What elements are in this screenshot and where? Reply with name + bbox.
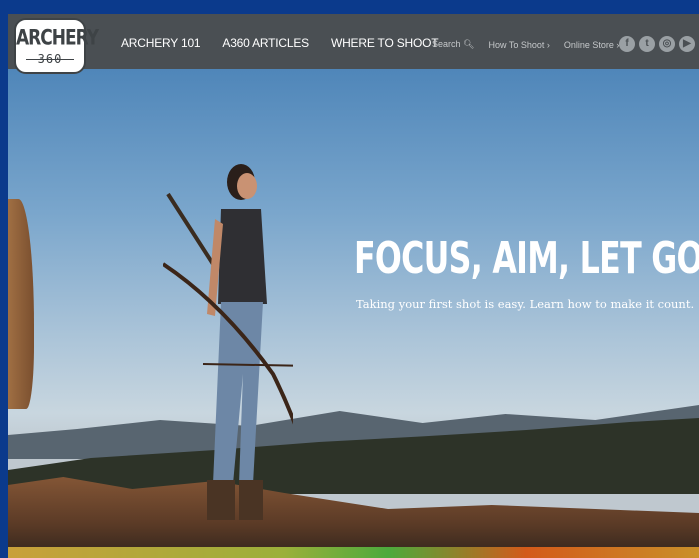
quiver-arrows: [166, 192, 215, 266]
browser-viewport: ARCHERY 360 ARCHERY 101 A360 ARTICLES WH…: [8, 14, 699, 558]
youtube-icon[interactable]: ▶: [679, 36, 695, 52]
chevron-right-icon: ›: [546, 39, 550, 50]
search-icon: 🔍︎: [463, 39, 475, 49]
archer-boot-left: [207, 480, 235, 520]
archer-photo: [163, 164, 293, 520]
nav-archery-101[interactable]: ARCHERY 101: [121, 36, 201, 50]
online-store-link[interactable]: Online Store ›: [564, 40, 620, 50]
how-to-shoot-link[interactable]: How To Shoot ›: [488, 40, 549, 50]
online-store-label: Online Store: [563, 39, 614, 50]
archery360-logo[interactable]: ARCHERY 360: [14, 18, 99, 74]
hero-banner: FOCUS, AIM, LET GO Taking your first sho…: [8, 69, 699, 547]
logo-arrow-line: [26, 59, 74, 60]
search-link[interactable]: Search 🔍︎: [432, 39, 474, 50]
how-to-shoot-label: How To Shoot: [488, 39, 545, 50]
nav-a360-articles[interactable]: A360 ARTICLES: [222, 36, 309, 50]
twitter-icon[interactable]: t: [639, 36, 655, 52]
social-links: f t ◎ ▶: [619, 36, 695, 52]
instagram-icon[interactable]: ◎: [659, 36, 675, 52]
search-label: Search: [432, 39, 461, 49]
left-rock-pillar: [8, 199, 34, 409]
utility-navigation: Search 🔍︎ How To Shoot › Online Store ›: [432, 39, 619, 50]
arrow: [202, 363, 293, 367]
facebook-icon[interactable]: f: [619, 36, 635, 52]
hero-subheading: Taking your first shot is easy. Learn ho…: [356, 297, 695, 311]
logo-wordmark: ARCHERY: [16, 25, 99, 51]
nav-where-to-shoot[interactable]: WHERE TO SHOOT: [331, 36, 439, 50]
site-header: ARCHERY 360 ARCHERY 101 A360 ARTICLES WH…: [8, 14, 699, 74]
archer-face: [237, 173, 257, 199]
archer-boot-right: [239, 480, 263, 520]
next-section-preview: [8, 547, 699, 558]
hero-headline: FOCUS, AIM, LET GO: [354, 233, 699, 284]
main-navigation: ARCHERY 101 A360 ARTICLES WHERE TO SHOOT: [121, 36, 439, 50]
archer-vest: [218, 209, 267, 304]
